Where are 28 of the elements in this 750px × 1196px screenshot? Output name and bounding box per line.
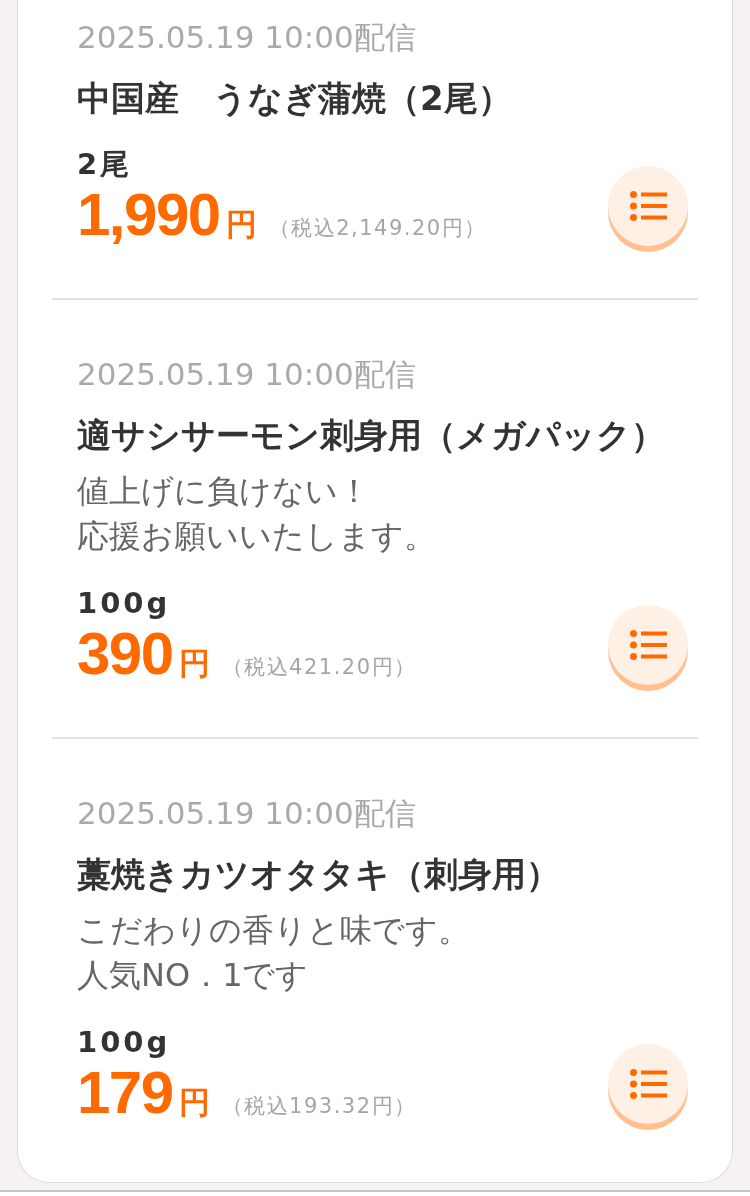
price-amount: 390 — [77, 625, 173, 683]
tax-included-price: （税込2,149.20円） — [268, 215, 487, 242]
delivery-time: 2025.05.19 10:00配信 — [77, 18, 416, 56]
list-icon — [630, 191, 667, 221]
price-amount: 1,990 — [77, 186, 220, 244]
product-description: 人気NO．1です — [77, 955, 309, 996]
list-icon — [630, 630, 667, 660]
product-name: 藁焼きカツオタタキ（刺身用） — [77, 853, 560, 896]
product-description: 値上げに負けない！ — [77, 471, 370, 512]
tax-included-price: （税込193.32円） — [221, 1093, 417, 1120]
product-description: 応援お願いいたします。 — [77, 516, 436, 557]
price-currency: 円 — [225, 205, 257, 244]
product-unit: 100g — [77, 585, 171, 621]
tax-included-price: （税込421.20円） — [221, 654, 417, 681]
product-name: 中国産 うなぎ蒲焼（2尾） — [77, 77, 512, 120]
price-amount: 179 — [77, 1064, 173, 1122]
list-button[interactable] — [608, 166, 688, 252]
price-currency: 円 — [178, 644, 210, 683]
list-icon — [630, 1069, 667, 1099]
product-unit: 2尾 — [77, 146, 133, 182]
delivery-time: 2025.05.19 10:00配信 — [77, 794, 416, 832]
product-unit: 100g — [77, 1024, 171, 1060]
list-button[interactable] — [608, 1044, 688, 1130]
delivery-time: 2025.05.19 10:00配信 — [77, 355, 416, 393]
product-description: こだわりの香りと味です。 — [77, 910, 470, 951]
price-currency: 円 — [178, 1083, 210, 1122]
product-name: 適サシサーモン刺身用（メガパック） — [77, 414, 665, 457]
list-button[interactable] — [608, 605, 688, 691]
